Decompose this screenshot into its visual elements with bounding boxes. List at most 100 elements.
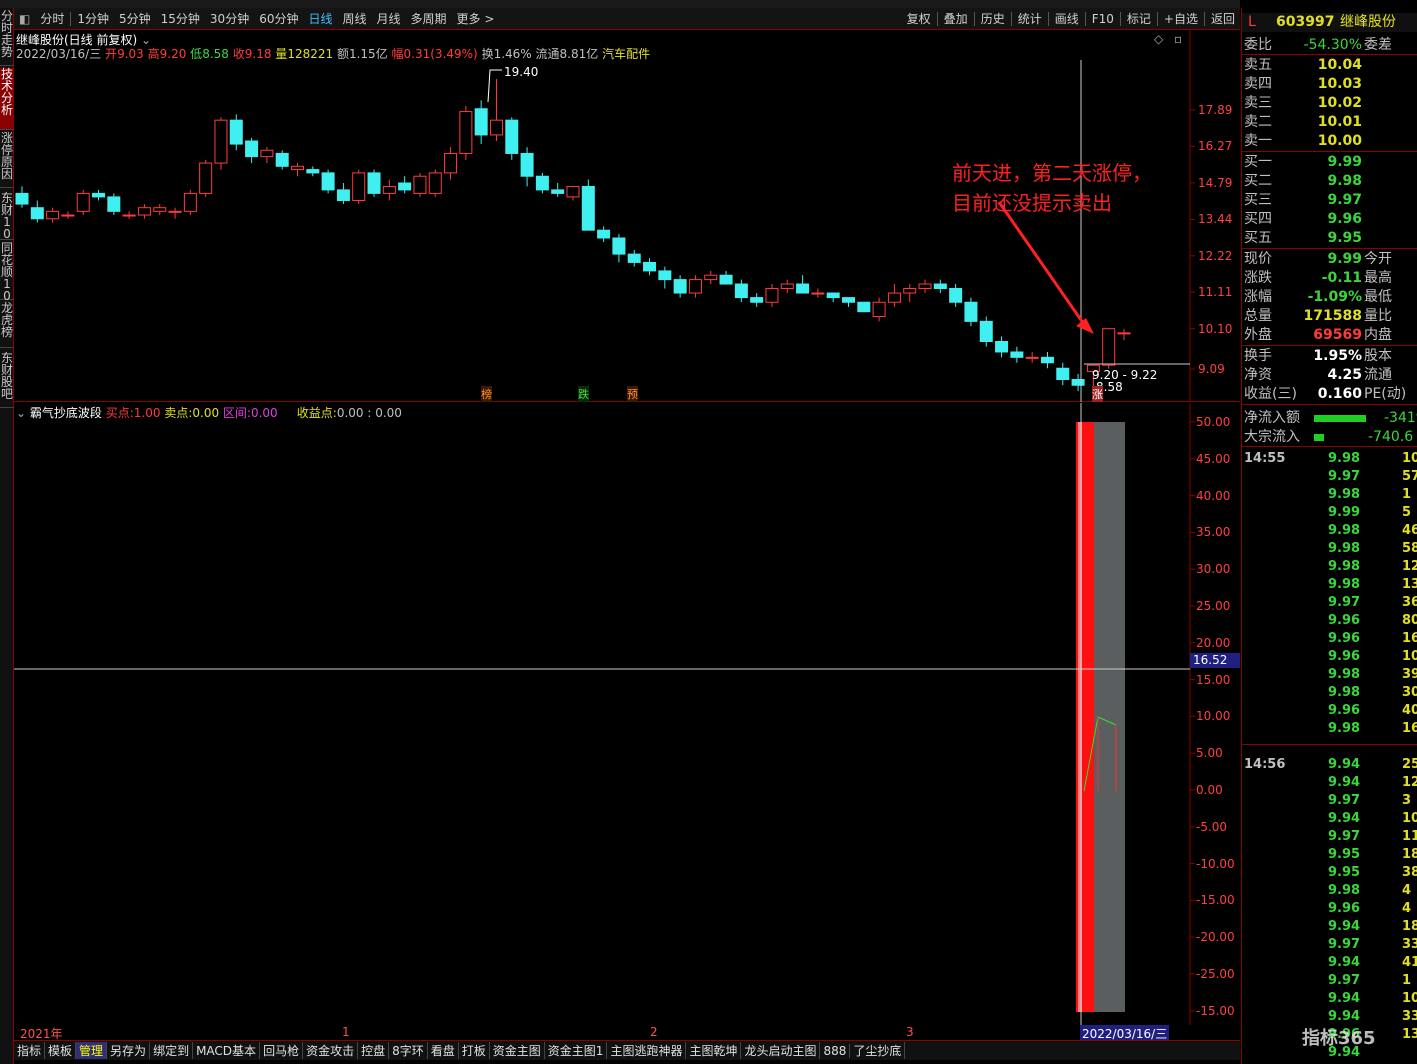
price-tick-label: 9.09: [1198, 362, 1225, 376]
candle-body: [581, 185, 595, 231]
tick-row: 9.97 57: [1242, 468, 1417, 486]
quote-row-label2: 今开: [1364, 251, 1392, 267]
period-more[interactable]: 更多 >: [452, 10, 500, 27]
tick-row: 9.94 10: [1242, 990, 1417, 1008]
tab-escape[interactable]: 主图逃跑神器: [607, 1042, 687, 1059]
ask-row-value: 10.00: [1317, 133, 1362, 149]
tab-bind-to[interactable]: 绑定到: [150, 1042, 194, 1059]
tab-technical-analysis[interactable]: 技术分析: [0, 68, 14, 130]
candle-body: [535, 175, 549, 191]
candle-body: [903, 288, 917, 294]
period-30min[interactable]: 30分钟: [205, 10, 254, 27]
candle-body: [107, 196, 121, 212]
period-toolbar: ◧ 分时 1分钟 5分钟 15分钟 30分钟 60分钟 日线 周线 月线 多周期…: [14, 8, 1240, 30]
tick-price: 9.95: [1328, 847, 1361, 862]
tab-template[interactable]: 模板: [45, 1042, 77, 1059]
bid-row: 买五 9.95: [1242, 229, 1417, 248]
add-watchlist-button[interactable]: +自选: [1159, 10, 1203, 27]
overlay-button[interactable]: 叠加: [939, 10, 973, 27]
quote-row: 现价 9.99 今开: [1242, 250, 1417, 269]
tick-row: 9.98 46: [1242, 522, 1417, 540]
tab-limit-up-reason[interactable]: 涨停原因: [0, 132, 14, 188]
tab-eastmoney-forum[interactable]: 东财股吧: [0, 352, 14, 408]
tab-figure-eight[interactable]: 8字环: [389, 1042, 428, 1059]
candle-body: [964, 301, 978, 322]
tab-eastmoney-10[interactable]: 东财10: [0, 192, 14, 240]
period-1min[interactable]: 1分钟: [72, 10, 114, 27]
candle-body: [918, 283, 932, 290]
stock-title-row: L 603997 继峰股份: [1242, 13, 1417, 32]
period-monthly[interactable]: 月线: [372, 10, 406, 27]
indicator-chart[interactable]: ⌄ 霸气抄底波段 买点:1.00 卖点:0.00 区间:0.00 收益点:0.0…: [14, 403, 1240, 1025]
history-button[interactable]: 历史: [976, 10, 1010, 27]
tab-indicator[interactable]: 指标: [14, 1042, 46, 1059]
tab-fund-main-1[interactable]: 资金主图1: [545, 1042, 608, 1059]
back-button[interactable]: 返回: [1206, 10, 1240, 27]
tab-888[interactable]: 888: [820, 1043, 851, 1058]
quote-row: 外盘 69569 内盘: [1242, 326, 1417, 345]
adjust-button[interactable]: 复权: [902, 10, 936, 27]
tab-fund-attack[interactable]: 资金攻击: [303, 1042, 359, 1059]
candle-body: [15, 192, 29, 205]
tick-row: 9.96 40: [1242, 702, 1417, 720]
tab-huimaqiang[interactable]: 回马枪: [260, 1042, 304, 1059]
ask-row-label: 卖一: [1244, 133, 1272, 149]
candle-body: [306, 169, 320, 174]
period-5min[interactable]: 5分钟: [114, 10, 156, 27]
tab-dragon-tiger[interactable]: 龙虎榜: [0, 302, 14, 348]
period-multi[interactable]: 多周期: [406, 10, 452, 27]
period-weekly[interactable]: 周线: [338, 10, 372, 27]
period-daily[interactable]: 日线: [303, 10, 337, 27]
tab-manage[interactable]: 管理: [76, 1042, 108, 1059]
candle-body: [1010, 351, 1024, 358]
draw-line-button[interactable]: 画线: [1050, 10, 1084, 27]
tab-fund-main[interactable]: 资金主图: [490, 1042, 545, 1059]
weibi-value: -54.30%: [1303, 37, 1362, 53]
ask-row-label: 卖五: [1244, 57, 1272, 73]
f10-button[interactable]: F10: [1087, 12, 1119, 26]
tab-liaochen[interactable]: 了尘抄底: [850, 1042, 906, 1059]
candle-body: [367, 172, 381, 194]
tick-volume: 4: [1402, 883, 1412, 898]
candlestick-chart[interactable]: 继峰股份(日线 前复权) ⌄ 2022/03/16/三 开9.03 高9.20 …: [14, 30, 1240, 402]
period-15min[interactable]: 15分钟: [156, 10, 205, 27]
tick-price: 9.96: [1328, 703, 1361, 718]
tab-intraday-trend[interactable]: 分时走势: [0, 10, 14, 66]
quote-row-label2: 量比: [1364, 308, 1392, 324]
tab-watch[interactable]: 看盘: [428, 1042, 459, 1059]
tab-save-as[interactable]: 另存为: [107, 1042, 151, 1059]
tick-list[interactable]: 14:55 9.98 105 9.97 57 9.98 1 9.99 5 9.98 46 9.98 58…: [1242, 450, 1417, 1064]
candle-body: [505, 119, 519, 154]
tab-daban[interactable]: 打板: [459, 1042, 490, 1059]
tab-macd-basic[interactable]: MACD基本: [193, 1042, 261, 1059]
date-axis: 2021年 1 2 3 2022/03/16/三: [14, 1025, 1240, 1042]
fin-row-value: 4.25: [1327, 367, 1362, 383]
tab-tonghuashun-10[interactable]: 同花顺10: [0, 242, 14, 302]
tick-row: 9.97 11: [1242, 828, 1417, 846]
quote-row-label: 涨幅: [1244, 289, 1272, 305]
user-comment: 前天进，第二天涨停， 目前还没提示卖出: [952, 158, 1152, 218]
indicator-tick-label: -15.00: [1196, 1003, 1235, 1018]
tick-volume: 5: [1402, 505, 1412, 520]
period-60min[interactable]: 60分钟: [254, 10, 303, 27]
candle-body: [627, 253, 641, 263]
fin-row: 净资 4.25 流通: [1242, 366, 1417, 385]
candle-body: [321, 172, 335, 191]
candle-body: [1102, 328, 1116, 366]
candle-body: [459, 111, 473, 154]
tick-volume: 46: [1402, 523, 1417, 538]
toolbar-toggle-icon[interactable]: ◧: [14, 12, 35, 26]
fin-row-label: 换手: [1244, 348, 1272, 364]
tab-qiankun[interactable]: 主图乾坤: [686, 1042, 742, 1059]
mark-button[interactable]: 标记: [1122, 10, 1156, 27]
period-intraday[interactable]: 分时: [35, 10, 69, 27]
tick-volume: 38: [1402, 865, 1417, 880]
tab-control[interactable]: 控盘: [358, 1042, 390, 1059]
net-inflow-bar: [1314, 415, 1366, 422]
tab-leader-start[interactable]: 龙头启动主图: [741, 1042, 821, 1059]
tick-price: 9.96: [1328, 613, 1361, 628]
tick-volume: 39: [1402, 667, 1417, 682]
tick-volume: 1: [1402, 973, 1412, 988]
fin-row-label2: 股本: [1364, 348, 1392, 364]
stats-button[interactable]: 统计: [1013, 10, 1047, 27]
